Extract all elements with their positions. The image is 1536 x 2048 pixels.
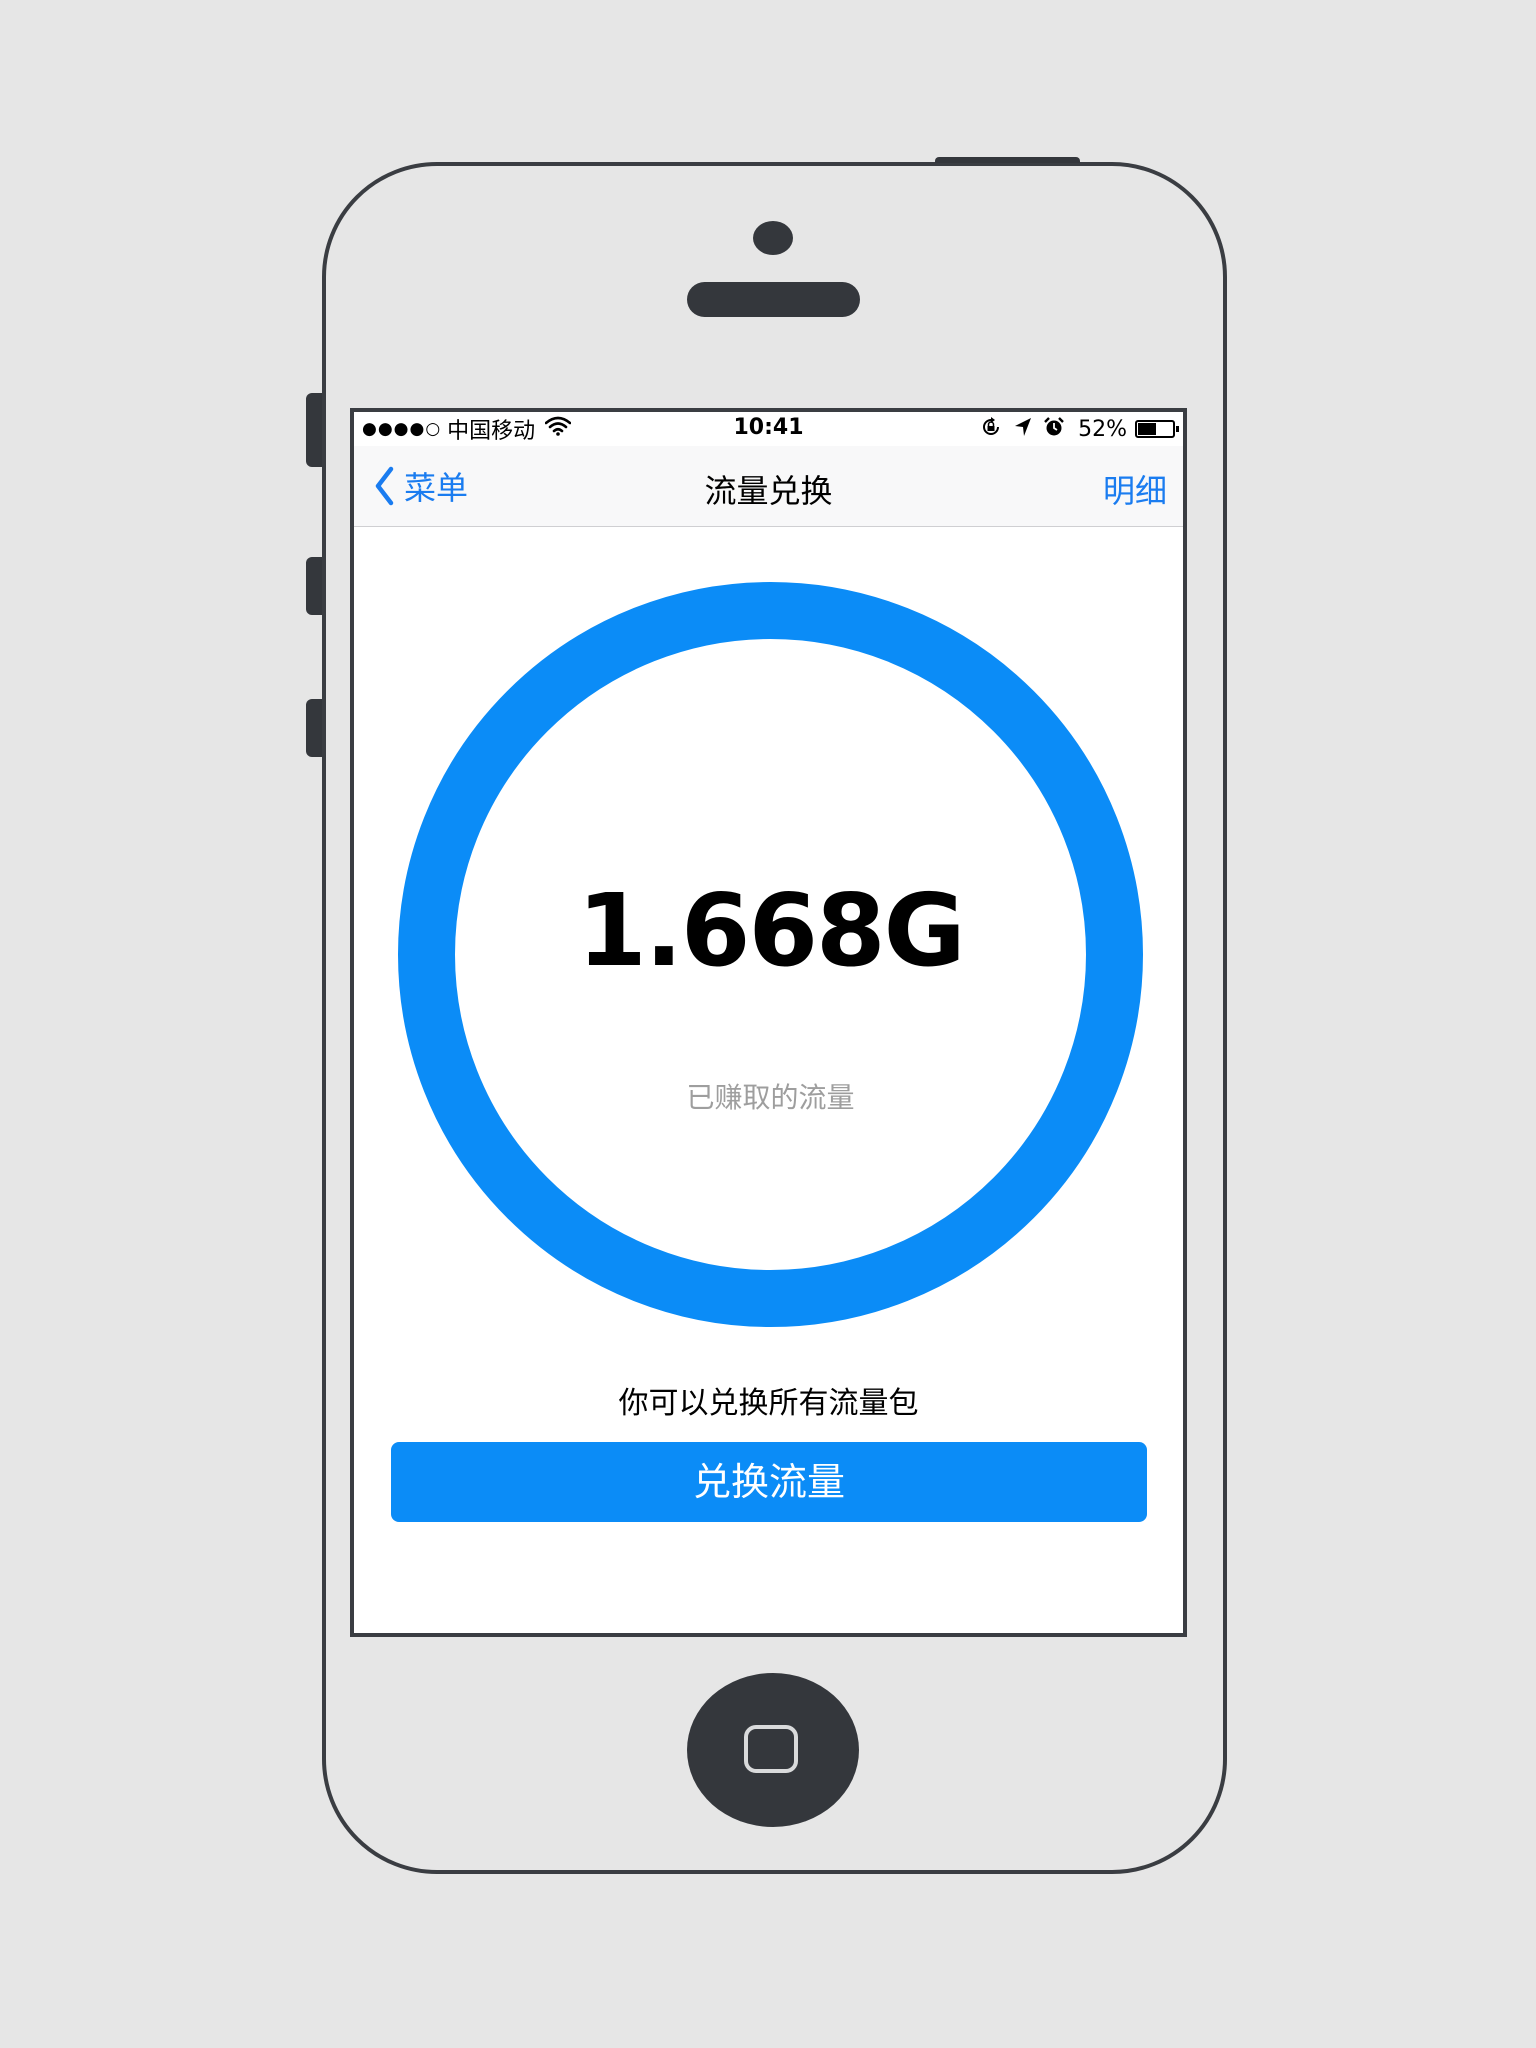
battery-level-fill — [1138, 423, 1156, 435]
exchange-data-button[interactable]: 兑换流量 — [391, 1442, 1147, 1522]
alarm-clock-icon — [1044, 416, 1064, 442]
location-arrow-icon — [1014, 417, 1032, 442]
rotation-lock-icon — [980, 416, 1002, 443]
battery-tip — [1176, 426, 1179, 432]
exchange-hint: 你可以兑换所有流量包 — [618, 1386, 919, 1421]
mute-switch — [306, 393, 322, 467]
earned-data-caption: 已赚取的流量 — [686, 1081, 855, 1114]
earned-data-amount: 1.668G — [577, 872, 965, 989]
earpiece-speaker — [687, 282, 860, 317]
front-camera — [753, 221, 793, 255]
battery-percentage: 52% — [1078, 416, 1127, 442]
home-square-icon — [744, 1725, 798, 1773]
battery-icon — [1135, 420, 1179, 438]
navigation-bar: 菜单 流量兑换 明细 — [354, 446, 1183, 527]
power-button — [935, 157, 1080, 163]
phone-screen: ●●●●○ 中国移动 10:41 52% 菜单 流量兑换 明细 1.668G 已… — [350, 408, 1187, 1637]
home-button[interactable] — [687, 1673, 859, 1827]
details-button[interactable]: 明细 — [1103, 466, 1167, 512]
status-right: 52% — [968, 415, 1179, 443]
page-title: 流量兑换 — [704, 472, 833, 510]
volume-up-button — [306, 557, 322, 615]
volume-down-button — [306, 699, 322, 757]
status-bar: ●●●●○ 中国移动 10:41 52% — [354, 412, 1183, 446]
